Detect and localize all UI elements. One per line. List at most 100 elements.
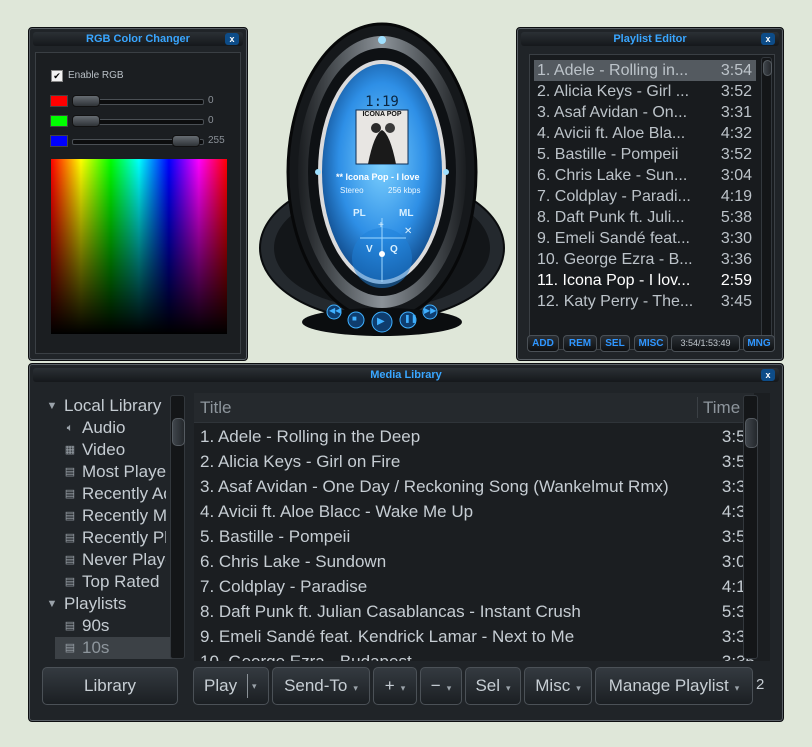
playlist-titlebar[interactable]: Playlist Editor x	[521, 32, 779, 46]
select-button[interactable]: Sel ▾	[465, 667, 521, 705]
playlist-item[interactable]: 1. Adele - Rolling in... 3:54	[534, 60, 756, 81]
playlist-item-current[interactable]: 11. Icona Pop - I lov... 2:59	[534, 270, 756, 291]
chevron-down-icon[interactable]: ▾	[252, 668, 257, 704]
document-icon: ▤	[64, 466, 76, 479]
playlist-window-title: Playlist Editor	[613, 33, 687, 45]
library-row[interactable]: 8. Daft Punk ft. Julian Casablancas - In…	[194, 599, 755, 624]
play-dropdown-divider	[247, 674, 248, 698]
playlist-item[interactable]: 6. Chris Lake - Sun... 3:04	[534, 165, 756, 186]
enable-rgb-checkbox[interactable]: ✔	[51, 70, 63, 82]
library-button[interactable]: Library	[42, 667, 178, 705]
playlist-item[interactable]: 3. Asaf Avidan - On... 3:31	[534, 102, 756, 123]
playlist-item[interactable]: 12. Katy Perry - The... 3:45	[534, 291, 756, 312]
expand-arrow-icon[interactable]: ▼	[46, 598, 58, 611]
playlist-scroll-thumb[interactable]	[763, 60, 772, 76]
stop-icon[interactable]: ■	[352, 314, 357, 323]
green-slider-thumb[interactable]	[72, 115, 100, 127]
playlist-item[interactable]: 4. Avicii ft. Aloe Bla... 4:32	[534, 123, 756, 144]
tree-item-audio[interactable]: 🔈︎ Audio	[64, 417, 166, 439]
library-list-scrollbar[interactable]	[743, 395, 758, 659]
play-icon[interactable]: ▶	[377, 316, 385, 327]
library-row[interactable]: 6. Chris Lake - Sundown 3:04	[194, 549, 755, 574]
tree-group-local-library[interactable]: ▼ Local Library	[46, 395, 166, 417]
library-row[interactable]: 2. Alicia Keys - Girl on Fire 3:52	[194, 449, 755, 474]
library-row[interactable]: 9. Emeli Sandé feat. Kendrick Lamar - Ne…	[194, 624, 755, 649]
player-skin: 1:19 ICONA POP ** Icona Pop - I love Ste…	[256, 22, 508, 342]
red-slider-thumb[interactable]	[72, 95, 100, 107]
tree-scroll-thumb[interactable]	[172, 418, 185, 446]
rgb-close-button[interactable]: x	[225, 33, 239, 45]
misc-button[interactable]: Misc ▾	[524, 667, 592, 705]
green-value: 0	[208, 115, 214, 126]
library-titlebar[interactable]: Media Library x	[33, 368, 779, 382]
chevron-down-icon: ▾	[400, 683, 406, 693]
playlist-close-button[interactable]: x	[761, 33, 775, 45]
document-icon: ▤	[64, 642, 76, 655]
column-header-time[interactable]: Time	[703, 393, 740, 422]
rgb-window-title: RGB Color Changer	[86, 33, 190, 45]
tree-item-recently-modified[interactable]: ▤Recently Modified	[64, 505, 166, 527]
library-row[interactable]: 5. Bastille - Pompeii 3:52	[194, 524, 755, 549]
playlist-scrollbar[interactable]	[761, 57, 772, 347]
volume-button[interactable]: V	[366, 244, 373, 255]
previous-icon[interactable]: ◀◀	[329, 306, 341, 315]
film-icon: ▦	[64, 444, 76, 457]
tree-scrollbar[interactable]	[170, 395, 185, 659]
document-icon: ▤	[64, 532, 76, 545]
color-spectrum-picker[interactable]	[51, 159, 227, 334]
playlist-remove-button[interactable]: REM	[563, 335, 597, 352]
tree-item-top-rated[interactable]: ▤ Top Rated	[64, 571, 166, 593]
playlist-item[interactable]: 5. Bastille - Pompeii 3:52	[534, 144, 756, 165]
tree-item-most-played[interactable]: ▤Most Played	[64, 461, 166, 483]
tree-item-never-played[interactable]: ▤Never Played	[64, 549, 166, 571]
remove-button[interactable]: − ▾	[420, 667, 462, 705]
plus-icon[interactable]: +	[378, 220, 384, 231]
playlist-item[interactable]: 2. Alicia Keys - Girl ... 3:52	[534, 81, 756, 102]
library-row[interactable]: 1. Adele - Rolling in the Deep 3:54	[194, 424, 755, 449]
send-to-button[interactable]: Send-To ▾	[272, 667, 370, 705]
document-icon: ▤	[64, 554, 76, 567]
column-header-title[interactable]: Title	[200, 393, 232, 422]
playlist-item[interactable]: 7. Coldplay - Paradi... 4:19	[534, 186, 756, 207]
library-row[interactable]: 3. Asaf Avidan - One Day / Reckoning Son…	[194, 474, 755, 499]
expand-arrow-icon[interactable]: ▼	[46, 400, 58, 413]
next-icon[interactable]: ▶▶	[424, 306, 436, 315]
tree-item-10s[interactable]: ▤ 10s	[55, 637, 175, 659]
elapsed-time: 1:19	[365, 94, 399, 110]
playlist-manage-button[interactable]: MNG	[743, 335, 775, 352]
chevron-down-icon: ▾	[353, 683, 358, 693]
playlist-item[interactable]: 10. George Ezra - B... 3:36	[534, 249, 756, 270]
tree-item-90s[interactable]: ▤ 90s	[64, 615, 166, 637]
rgb-titlebar[interactable]: RGB Color Changer x	[33, 32, 243, 46]
library-row[interactable]: 10. George Ezra - Budapest3:36	[194, 649, 755, 661]
tree-item-recently-added[interactable]: ▤Recently Added	[64, 483, 166, 505]
playlist-item[interactable]: 8. Daft Punk ft. Juli... 5:38	[534, 207, 756, 228]
add-button[interactable]: + ▾	[373, 667, 417, 705]
playlist-select-button[interactable]: SEL	[600, 335, 630, 352]
document-icon: ▤	[64, 620, 76, 633]
equalizer-button[interactable]: Q	[390, 244, 398, 255]
library-scroll-thumb[interactable]	[745, 418, 758, 448]
blue-slider-thumb[interactable]	[172, 135, 200, 147]
pause-icon[interactable]: ❚❚	[404, 314, 417, 323]
tree-item-video[interactable]: ▦ Video	[64, 439, 166, 461]
player-body-graphic	[259, 22, 505, 336]
column-divider[interactable]	[697, 397, 698, 418]
document-icon: ▤	[64, 510, 76, 523]
tree-group-playlists[interactable]: ▼ Playlists	[46, 593, 166, 615]
media-library-toggle-button[interactable]: ML	[399, 208, 413, 219]
tree-item-recently-played[interactable]: ▤Recently Played	[64, 527, 166, 549]
shuffle-icon[interactable]: ✕	[404, 226, 412, 237]
library-tree: ▼ Local Library 🔈︎ Audio ▦ Video ▤ Most Play…	[42, 393, 186, 661]
playlist-misc-button[interactable]: MISC	[634, 335, 668, 352]
library-row[interactable]: 4. Avicii ft. Aloe Blacc - Wake Me Up 4:3…	[194, 499, 755, 524]
playlist-item[interactable]: 9. Emeli Sandé feat... 3:30	[534, 228, 756, 249]
rgb-panel: ✔ Enable RGB 0 0 255	[35, 52, 241, 354]
blue-swatch	[50, 135, 68, 147]
playlist-toggle-button[interactable]: PL	[353, 208, 366, 219]
playlist-add-button[interactable]: ADD	[527, 335, 559, 352]
library-close-button[interactable]: x	[761, 369, 775, 381]
library-row[interactable]: 7. Coldplay - Paradise 4:19	[194, 574, 755, 599]
play-button[interactable]: Play ▾	[193, 667, 269, 705]
manage-playlist-button[interactable]: Manage Playlist ▾	[595, 667, 753, 705]
